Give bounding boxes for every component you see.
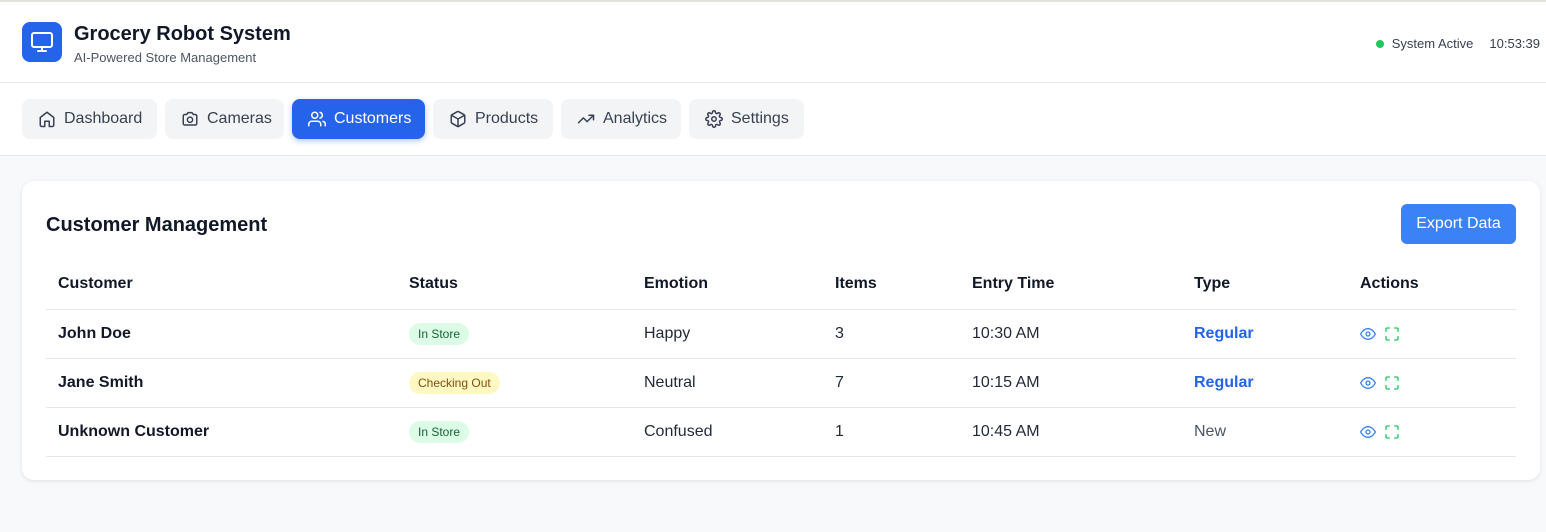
section-title: Customer Management bbox=[46, 214, 268, 236]
eye-icon[interactable] bbox=[1360, 326, 1376, 342]
customer-type-label: New bbox=[1194, 422, 1227, 440]
column-header-items: Items bbox=[823, 260, 960, 310]
tab-label: Analytics bbox=[603, 110, 668, 127]
status-text: System Active bbox=[1391, 36, 1474, 51]
tab-dashboard[interactable]: Dashboard bbox=[22, 99, 157, 139]
camera-icon bbox=[182, 111, 198, 126]
clock-time: 10:53:39 bbox=[1489, 36, 1540, 51]
app-header: Grocery Robot System AI-Powered Store Ma… bbox=[0, 0, 1546, 83]
tab-label: Customers bbox=[334, 110, 412, 127]
entry-time-cell: 10:45 AM bbox=[960, 407, 1182, 457]
customer-name: Unknown Customer bbox=[46, 407, 397, 457]
entry-time-cell: 10:30 AM bbox=[960, 309, 1182, 359]
export-data-button[interactable]: Export Data bbox=[1401, 204, 1516, 244]
focus-frame-icon[interactable] bbox=[1384, 375, 1400, 391]
eye-icon[interactable] bbox=[1360, 424, 1376, 440]
status-badge: In Store bbox=[409, 420, 470, 443]
eye-icon[interactable] bbox=[1360, 375, 1376, 391]
column-header-entry-time: Entry Time bbox=[960, 260, 1182, 310]
tab-products[interactable]: Products bbox=[433, 99, 553, 139]
items-cell: 3 bbox=[823, 309, 960, 359]
items-cell: 7 bbox=[823, 358, 960, 408]
column-header-actions: Actions bbox=[1348, 260, 1516, 310]
tab-label: Dashboard bbox=[64, 110, 143, 127]
table-row: John Doe In Store Happy 3 10:30 AM Regul… bbox=[46, 309, 1516, 359]
customers-table: Customer Status Emotion Items Entry Time… bbox=[46, 260, 1516, 457]
app-title: Grocery Robot System bbox=[74, 23, 291, 45]
column-header-status: Status bbox=[397, 260, 632, 310]
customer-name: John Doe bbox=[46, 309, 397, 359]
main-nav: Dashboard Cameras Customers Products Ana… bbox=[0, 83, 1546, 156]
customer-management-card: Customer Management Export Data Customer… bbox=[22, 181, 1540, 480]
tab-label: Products bbox=[475, 110, 539, 127]
customer-type-link[interactable]: Regular bbox=[1194, 325, 1254, 342]
home-icon bbox=[39, 111, 55, 128]
table-row: Jane Smith Checking Out Neutral 7 10:15 … bbox=[46, 358, 1516, 408]
table-row: Unknown Customer In Store Confused 1 10:… bbox=[46, 407, 1516, 457]
users-icon bbox=[308, 111, 326, 127]
column-header-type: Type bbox=[1182, 260, 1348, 310]
focus-frame-icon[interactable] bbox=[1384, 424, 1400, 440]
status-badge: In Store bbox=[409, 322, 470, 345]
status-dot-icon bbox=[1375, 39, 1384, 48]
tab-settings[interactable]: Settings bbox=[689, 99, 804, 139]
tab-customers[interactable]: Customers bbox=[292, 99, 425, 139]
tab-label: Cameras bbox=[207, 110, 272, 127]
monitor-icon bbox=[22, 22, 62, 62]
customer-name: Jane Smith bbox=[46, 358, 397, 408]
table-header-row: Customer Status Emotion Items Entry Time… bbox=[46, 260, 1516, 310]
focus-frame-icon[interactable] bbox=[1384, 326, 1400, 342]
items-cell: 1 bbox=[823, 407, 960, 457]
column-header-customer: Customer bbox=[46, 260, 397, 310]
package-icon bbox=[450, 110, 466, 128]
column-header-emotion: Emotion bbox=[632, 260, 823, 310]
emotion-cell: Confused bbox=[632, 407, 823, 457]
emotion-cell: Neutral bbox=[632, 358, 823, 408]
emotion-cell: Happy bbox=[632, 309, 823, 359]
status-badge: Checking Out bbox=[409, 371, 500, 394]
entry-time-cell: 10:15 AM bbox=[960, 358, 1182, 408]
tab-cameras[interactable]: Cameras bbox=[165, 99, 284, 139]
customer-type-link[interactable]: Regular bbox=[1194, 374, 1254, 391]
system-status: System Active 10:53:39 bbox=[1375, 36, 1540, 51]
trending-up-icon bbox=[577, 114, 595, 124]
gear-icon bbox=[705, 110, 723, 128]
tab-analytics[interactable]: Analytics bbox=[561, 99, 681, 139]
tab-label: Settings bbox=[731, 110, 789, 127]
app-subtitle: AI-Powered Store Management bbox=[74, 50, 257, 65]
